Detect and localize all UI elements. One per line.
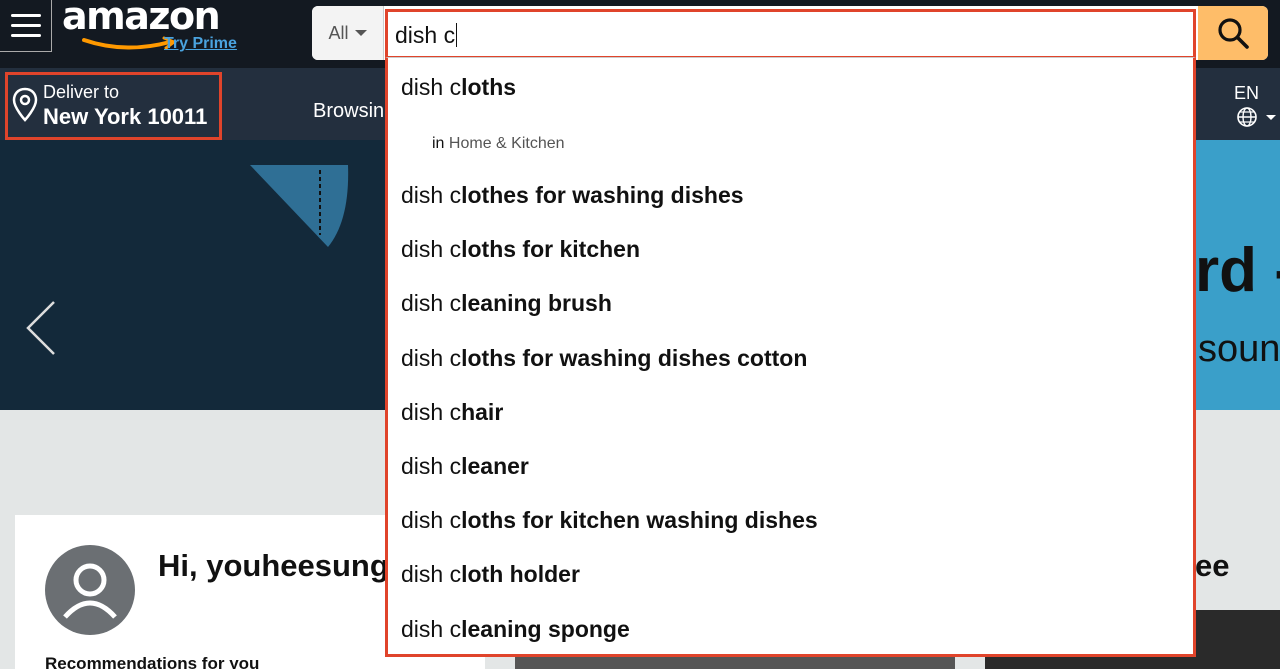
location-pin-icon: [12, 87, 38, 122]
try-prime-link[interactable]: Try Prime: [164, 35, 237, 53]
hero-subline: soun: [1198, 328, 1280, 370]
text-cursor: [456, 23, 458, 47]
hero-decoration: [250, 165, 349, 247]
suggestion-item[interactable]: dish cleaning sponge: [401, 616, 630, 643]
search-category-dropdown[interactable]: All: [312, 6, 384, 60]
suggestion-item[interactable]: dish clothes for washing dishes: [401, 182, 744, 209]
globe-icon: [1237, 107, 1257, 127]
product-image[interactable]: [515, 655, 955, 669]
recommendations-heading: Recommendations for you: [45, 654, 260, 669]
suggestion-department-item[interactable]: in Home & Kitchen: [432, 135, 565, 153]
avatar[interactable]: [45, 545, 135, 635]
suggestion-item[interactable]: dish cloths: [401, 74, 516, 101]
suggestion-item[interactable]: dish cleaning brush: [401, 290, 612, 317]
chevron-down-icon: [354, 30, 367, 36]
search-suggestions-dropdown: dish cloths in Home & Kitchen dish cloth…: [385, 57, 1196, 657]
search-button[interactable]: [1198, 6, 1268, 60]
user-icon: [63, 563, 117, 619]
deliver-location: New York 10011: [43, 104, 208, 129]
search-input[interactable]: dish c: [385, 9, 1196, 59]
carousel-prev-arrow-icon[interactable]: [24, 300, 58, 356]
suggestion-item[interactable]: dish cloths for kitchen washing dishes: [401, 507, 818, 534]
hero-headline: rd -: [1195, 236, 1280, 305]
suggestion-item[interactable]: dish cloth holder: [401, 561, 580, 588]
search-icon: [1218, 18, 1249, 49]
chevron-down-icon: [1266, 115, 1276, 120]
nav-browsing-history[interactable]: Browsin: [313, 100, 384, 123]
deliver-to-label: Deliver to: [43, 82, 120, 102]
search-category-label: All: [328, 22, 349, 43]
suggestion-item[interactable]: dish chair: [401, 399, 503, 426]
suggestion-item[interactable]: dish cloths for kitchen: [401, 236, 640, 263]
logo-wordmark: amazon: [62, 0, 221, 38]
search-input-value: dish c: [395, 22, 458, 48]
card-title-partial: ee: [1195, 548, 1230, 583]
greeting-text: Hi, youheesung: [158, 548, 389, 583]
language-selector[interactable]: EN: [1234, 83, 1259, 104]
menu-hamburger-icon[interactable]: [0, 0, 52, 52]
deliver-to-location[interactable]: Deliver to New York 10011: [5, 72, 222, 140]
suggestion-item[interactable]: dish cleaner: [401, 453, 529, 480]
amazon-logo[interactable]: amazon Try Prime: [62, 0, 242, 60]
suggestion-item[interactable]: dish cloths for washing dishes cotton: [401, 345, 807, 372]
